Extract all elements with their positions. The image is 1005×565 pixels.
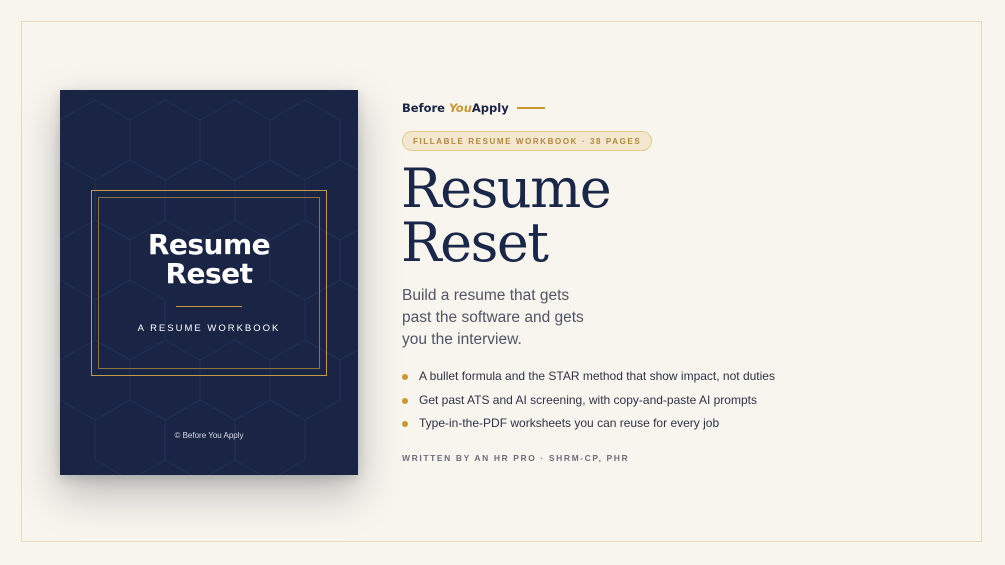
product-badge: FILLABLE RESUME WORKBOOK · 38 PAGES xyxy=(402,131,653,151)
brand-word-you: You xyxy=(448,101,472,115)
feature-text: Type-in-the-PDF worksheets you can reuse… xyxy=(419,416,720,430)
page-title: Resume Reset xyxy=(401,157,612,274)
brand-word-apply: Apply xyxy=(471,101,509,115)
feature-item: Type-in-the-PDF worksheets you can reuse… xyxy=(402,415,775,439)
cover-title-line1: Resume xyxy=(147,228,271,261)
cover-title: Resume Reset xyxy=(60,230,358,288)
book-cover: Resume Reset A RESUME WORKBOOK © Before … xyxy=(60,90,358,475)
feature-list: A bullet formula and the STAR method tha… xyxy=(402,368,775,439)
bullet-dot-icon xyxy=(402,397,408,404)
cover-copyright: © Before You Apply xyxy=(174,431,244,440)
feature-item: A bullet formula and the STAR method tha… xyxy=(402,368,775,392)
feature-item: Get past ATS and AI screening, with copy… xyxy=(402,392,775,416)
brand-accent-line xyxy=(517,107,545,109)
title-line1: Resume xyxy=(401,157,612,220)
title-line2: Reset xyxy=(401,211,549,274)
bullet-dot-icon xyxy=(402,421,408,427)
cover-title-line2: Reset xyxy=(165,257,253,290)
cover-subtitle: A RESUME WORKBOOK xyxy=(137,323,281,334)
feature-text: Get past ATS and AI screening, with copy… xyxy=(419,392,757,407)
brand-word-before: Before xyxy=(402,101,449,115)
feature-text: A bullet formula and the STAR method tha… xyxy=(419,369,775,383)
brand-logo: Before YouApply xyxy=(402,101,509,115)
cover-divider xyxy=(176,306,242,307)
bullet-dot-icon xyxy=(402,374,408,380)
subheading: Build a resume that gets past the softwa… xyxy=(402,287,584,348)
author-credential: WRITTEN BY AN HR PRO · SHRM-CP, PHR xyxy=(402,453,630,463)
